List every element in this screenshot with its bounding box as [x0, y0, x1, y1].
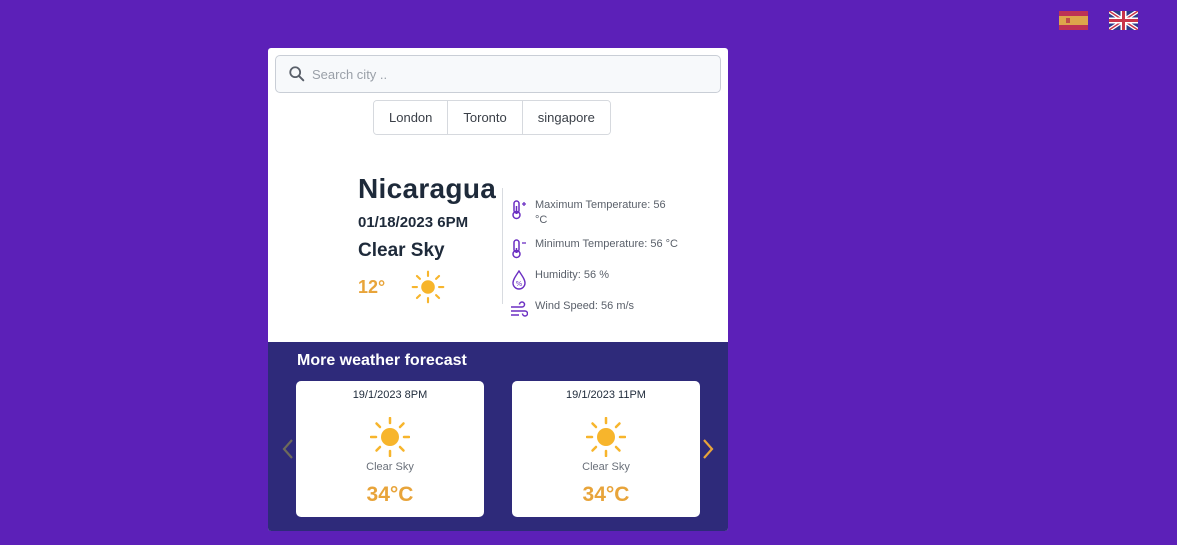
current-datetime: 01/18/2023 6PM [358, 214, 469, 231]
wind-icon [511, 301, 528, 317]
city-name: Nicaragua [358, 173, 497, 204]
sun-icon [370, 417, 410, 457]
sun-icon [411, 270, 445, 304]
weather-card: London Toronto singapore Nicaragua 01/18… [268, 48, 728, 531]
weather-stats: Maximum Temperature: 56 °C Minimum Tempe… [510, 198, 680, 330]
min-temp-text: Minimum Temperature: 56 °C [535, 238, 678, 250]
humidity-text: Humidity: 56 % [535, 269, 609, 281]
current-description: Clear Sky [358, 240, 445, 261]
current-temp-row: 12° [358, 270, 445, 304]
forecast-title: More weather forecast [297, 352, 467, 369]
chevron-right-icon[interactable] [700, 437, 716, 461]
stat-min-temp: Minimum Temperature: 56 °C [510, 237, 680, 259]
forecast-description: Clear Sky [366, 461, 414, 473]
chevron-left-icon[interactable] [280, 437, 296, 461]
city-button-singapore[interactable]: singapore [522, 101, 610, 134]
forecast-card: 19/1/2023 11PM Clear Sky 34°C [512, 381, 700, 517]
forecast-section: More weather forecast 19/1/2023 8PM Clea… [268, 342, 728, 531]
forecast-description: Clear Sky [582, 461, 630, 473]
search-input[interactable] [312, 66, 720, 82]
forecast-card: 19/1/2023 8PM Clear Sky 34°C [296, 381, 484, 517]
city-button-london[interactable]: London [374, 101, 449, 134]
city-button-toronto[interactable]: Toronto [448, 101, 523, 134]
stat-humidity: % Humidity: 56 % [510, 268, 680, 290]
forecast-datetime: 19/1/2023 11PM [566, 389, 646, 401]
uk-flag-icon[interactable] [1107, 9, 1140, 32]
search-box[interactable] [275, 55, 721, 93]
current-weather: Nicaragua 01/18/2023 6PM Clear Sky [358, 173, 496, 262]
forecast-temperature: 34°C [582, 483, 630, 506]
svg-text:%: % [516, 280, 523, 288]
search-icon [289, 66, 305, 82]
divider [502, 188, 503, 304]
spain-flag-icon[interactable] [1059, 11, 1088, 30]
wind-text: Wind Speed: 56 m/s [535, 300, 635, 312]
forecast-datetime: 19/1/2023 8PM [352, 389, 428, 401]
forecast-temperature: 34°C [366, 483, 414, 506]
max-temp-text: Maximum Temperature: 56 °C [535, 199, 666, 226]
thermometer-up-icon [512, 200, 526, 220]
stat-max-temp: Maximum Temperature: 56 °C [510, 198, 680, 228]
humidity-icon: % [512, 270, 526, 290]
thermometer-down-icon [512, 239, 526, 259]
quick-city-group: London Toronto singapore [373, 100, 611, 135]
current-temperature: 12° [358, 276, 386, 297]
sun-icon [586, 417, 626, 457]
stat-wind: Wind Speed: 56 m/s [510, 299, 680, 321]
